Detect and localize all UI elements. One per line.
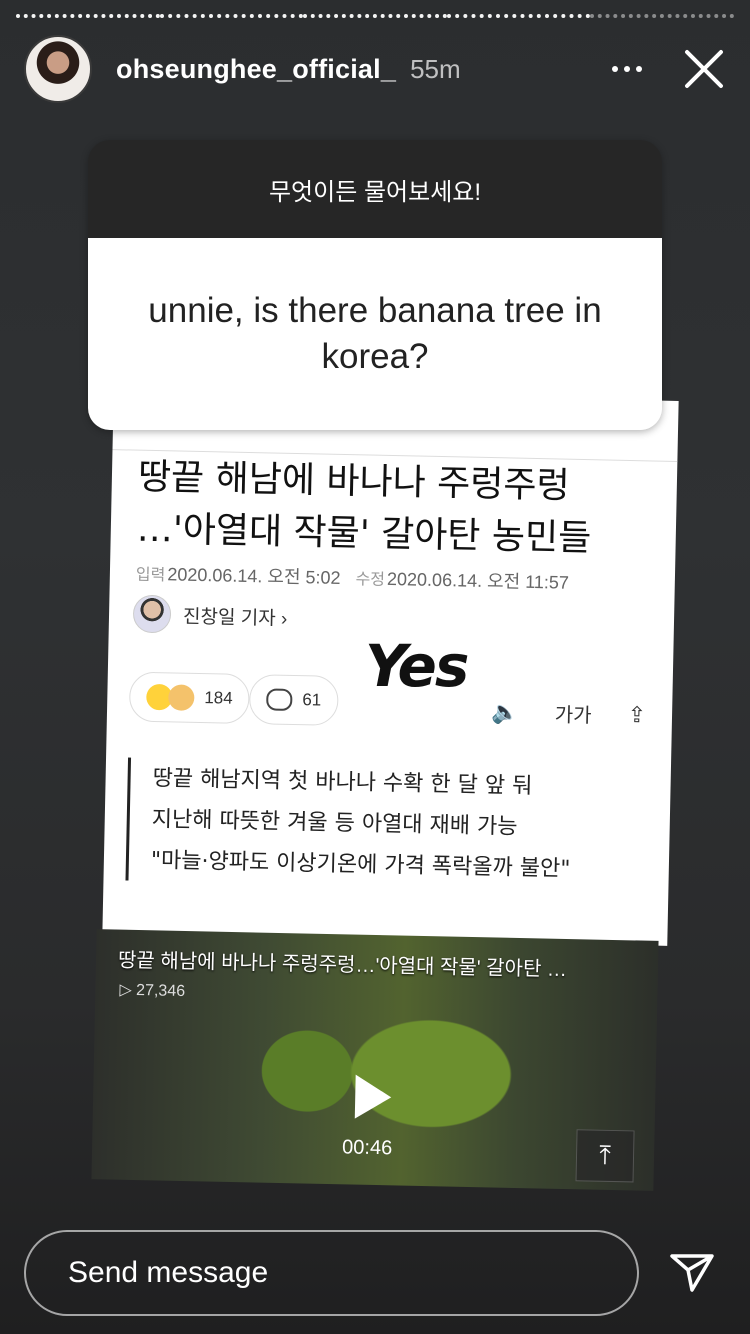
yes-text-sticker: Yes [365,632,469,700]
question-sticker[interactable]: 무엇이든 물어보세요! unnie, is there banana tree … [88,140,662,430]
share-icon[interactable]: ⇪ [627,701,646,727]
reporter-avatar [132,594,172,634]
font-size-button[interactable]: 가가 [555,698,592,728]
progress-segment-viewed [16,14,160,22]
avatar[interactable] [24,35,92,103]
speaker-icon[interactable]: 🔈 [491,699,519,726]
comments-count: 61 [302,690,322,710]
reporter-name: 진창일 기자 › [182,606,288,630]
input-date: 2020.06.14. 오전 5:02 [167,564,341,588]
post-time: 55m [410,53,461,84]
edit-date: 2020.06.14. 오전 11:57 [386,568,570,593]
progress-segment-pending [590,14,734,22]
play-icon[interactable] [354,1074,392,1120]
article-tools: 🔈 가가 ⇪ [491,697,646,729]
question-text: unnie, is there banana tree in korea? [88,238,662,430]
progress-segment-viewed [446,14,591,22]
reactions-button[interactable]: 184 [128,671,251,725]
more-options-icon[interactable] [612,66,642,72]
video-title: 땅끝 해남에 바나나 주렁주렁…'아열대 작물' 갈아탄 … [117,949,568,981]
send-icon[interactable] [668,1248,716,1296]
comment-icon [266,688,293,711]
video-views: ▷ 27,346 [119,981,186,1001]
input-label: 입력 [135,566,166,585]
username[interactable]: ohseunghee_official_ [116,54,396,85]
video-duration: 00:46 [341,1136,393,1160]
story-progress [16,14,734,19]
send-message-input[interactable] [24,1230,639,1316]
edit-label: 수정 [355,571,386,589]
summary-line: "마늘·양파도 이상기온에 가격 폭락올까 불안" [150,848,571,882]
comments-button[interactable]: 61 [248,674,339,726]
reporter[interactable]: 진창일 기자 › [132,594,288,636]
sad-emoji-icon [168,684,195,711]
scroll-top-icon[interactable]: ⤒ [575,1129,635,1183]
progress-segment-viewed [303,14,447,22]
close-icon[interactable] [682,47,726,91]
question-title: 무엇이든 물어보세요! [88,140,662,238]
progress-segment-viewed [159,14,304,22]
article-summary: 땅끝 해남지역 첫 바나나 수확 한 달 앞 둬 지난해 따뜻한 겨울 등 아열… [125,757,573,890]
article-dates: 입력2020.06.14. 오전 5:02 수정2020.06.14. 오전 1… [136,560,570,595]
question-text-content: unnie, is there banana tree in korea? [148,291,602,376]
story-header: ohseunghee_official_ 55m [24,35,726,103]
article-headline: 땅끝 해남에 바나나 주렁주렁 …'아열대 작물' 갈아탄 농민들 [136,456,592,560]
video-player[interactable]: 땅끝 해남에 바나나 주렁주렁…'아열대 작물' 갈아탄 … ▷ 27,346 … [91,929,659,1191]
header-actions [612,47,726,91]
reactions-count: 184 [204,688,233,708]
